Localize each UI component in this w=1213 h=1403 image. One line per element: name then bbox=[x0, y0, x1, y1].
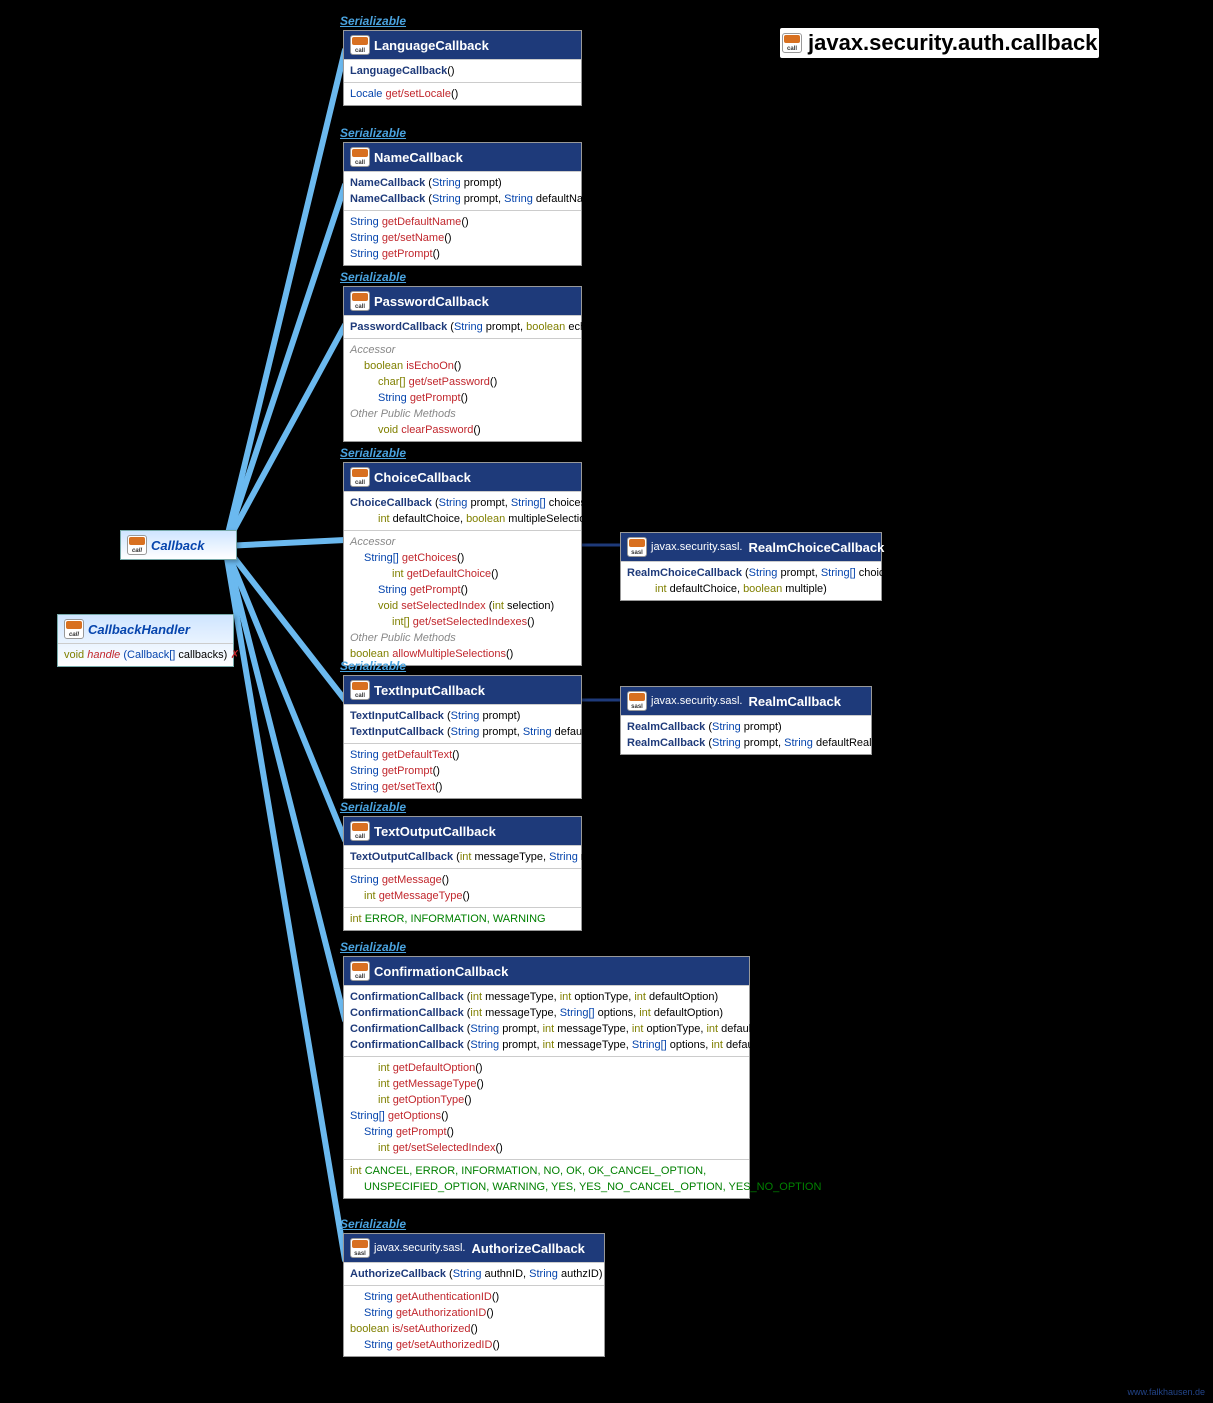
method: Locale get/setLocale() bbox=[344, 82, 581, 105]
callbackhandler-name: CallbackHandler bbox=[88, 622, 190, 637]
ctors: RealmCallback (String prompt) RealmCallb… bbox=[621, 715, 871, 754]
constants: int ERROR, INFORMATION, WARNING bbox=[344, 907, 581, 930]
authorizecallback-box: javax.security.sasl.AuthorizeCallback Au… bbox=[343, 1233, 605, 1357]
class-icon bbox=[350, 147, 370, 167]
package-name: javax.security.auth.callback bbox=[808, 30, 1097, 56]
methods: int getDefaultOption() int getMessageTyp… bbox=[344, 1056, 749, 1159]
namecallback-box: NameCallback NameCallback (String prompt… bbox=[343, 142, 582, 266]
package-title: javax.security.auth.callback bbox=[780, 28, 1099, 58]
class-icon bbox=[350, 35, 370, 55]
choicecallback-header: ChoiceCallback bbox=[344, 463, 581, 491]
serializable-label: Serializable bbox=[340, 940, 406, 954]
class-icon bbox=[350, 291, 370, 311]
realmcallback-header: javax.security.sasl.RealmCallback bbox=[621, 687, 871, 715]
methods: Accessor String[] getChoices() int getDe… bbox=[344, 530, 581, 665]
class-icon bbox=[350, 1238, 370, 1258]
class-icon bbox=[627, 537, 647, 557]
choicecallback-box: ChoiceCallback ChoiceCallback (String pr… bbox=[343, 462, 582, 666]
credit-text: www.falkhausen.de bbox=[1127, 1387, 1205, 1397]
realmcallback-box: javax.security.sasl.RealmCallback RealmC… bbox=[620, 686, 872, 755]
passwordcallback-box: PasswordCallback PasswordCallback (Strin… bbox=[343, 286, 582, 442]
textinputcallback-header: TextInputCallback bbox=[344, 676, 581, 704]
callback-interface-box: Callback bbox=[120, 530, 237, 560]
serializable-label: Serializable bbox=[340, 126, 406, 140]
class-icon bbox=[127, 535, 147, 555]
callback-header: Callback bbox=[121, 531, 236, 559]
callbackhandler-method: void handle (Callback[] callbacks) ✗ bbox=[58, 643, 233, 666]
serializable-label: Serializable bbox=[340, 446, 406, 460]
confirmationcallback-box: ConfirmationCallback ConfirmationCallbac… bbox=[343, 956, 750, 1199]
constants: int CANCEL, ERROR, INFORMATION, NO, OK, … bbox=[344, 1159, 749, 1198]
namecallback-header: NameCallback bbox=[344, 143, 581, 171]
ctor: TextOutputCallback (int messageType, Str… bbox=[344, 845, 581, 868]
methods: String getDefaultName() String get/setNa… bbox=[344, 210, 581, 265]
realmchoicecallback-box: javax.security.sasl.RealmChoiceCallback … bbox=[620, 532, 882, 601]
class-icon bbox=[350, 467, 370, 487]
ctor: RealmChoiceCallback (String prompt, Stri… bbox=[621, 561, 881, 600]
textinputcallback-box: TextInputCallback TextInputCallback (Str… bbox=[343, 675, 582, 799]
methods: Accessor boolean isEchoOn() char[] get/s… bbox=[344, 338, 581, 441]
package-icon bbox=[782, 33, 802, 53]
ctor: PasswordCallback (String prompt, boolean… bbox=[344, 315, 581, 338]
methods: String getMessage() int getMessageType() bbox=[344, 868, 581, 907]
class-icon bbox=[350, 680, 370, 700]
languagecallback-box: LanguageCallback LanguageCallback() Loca… bbox=[343, 30, 582, 106]
ctor: AuthorizeCallback (String authnID, Strin… bbox=[344, 1262, 604, 1285]
serializable-label: Serializable bbox=[340, 270, 406, 284]
ctors: ConfirmationCallback (int messageType, i… bbox=[344, 985, 749, 1056]
serializable-label: Serializable bbox=[340, 659, 406, 673]
textoutputcallback-header: TextOutputCallback bbox=[344, 817, 581, 845]
ctors: TextInputCallback (String prompt) TextIn… bbox=[344, 704, 581, 743]
serializable-label: Serializable bbox=[340, 800, 406, 814]
realmchoicecallback-header: javax.security.sasl.RealmChoiceCallback bbox=[621, 533, 881, 561]
languagecallback-header: LanguageCallback bbox=[344, 31, 581, 59]
textoutputcallback-box: TextOutputCallback TextOutputCallback (i… bbox=[343, 816, 582, 931]
callbackhandler-box: CallbackHandler void handle (Callback[] … bbox=[57, 614, 234, 667]
ctor: ChoiceCallback (String prompt, String[] … bbox=[344, 491, 581, 530]
callbackhandler-header: CallbackHandler bbox=[58, 615, 233, 643]
serializable-label: Serializable bbox=[340, 1217, 406, 1231]
confirmationcallback-header: ConfirmationCallback bbox=[344, 957, 749, 985]
methods: String getDefaultText() String getPrompt… bbox=[344, 743, 581, 798]
class-icon bbox=[64, 619, 84, 639]
class-icon bbox=[627, 691, 647, 711]
passwordcallback-header: PasswordCallback bbox=[344, 287, 581, 315]
ctor: LanguageCallback() bbox=[344, 59, 581, 82]
serializable-label: Serializable bbox=[340, 14, 406, 28]
methods: String getAuthenticationID() String getA… bbox=[344, 1285, 604, 1356]
ctors: NameCallback (String prompt) NameCallbac… bbox=[344, 171, 581, 210]
authorizecallback-header: javax.security.sasl.AuthorizeCallback bbox=[344, 1234, 604, 1262]
callback-name: Callback bbox=[151, 538, 204, 553]
class-icon bbox=[350, 821, 370, 841]
class-icon bbox=[350, 961, 370, 981]
